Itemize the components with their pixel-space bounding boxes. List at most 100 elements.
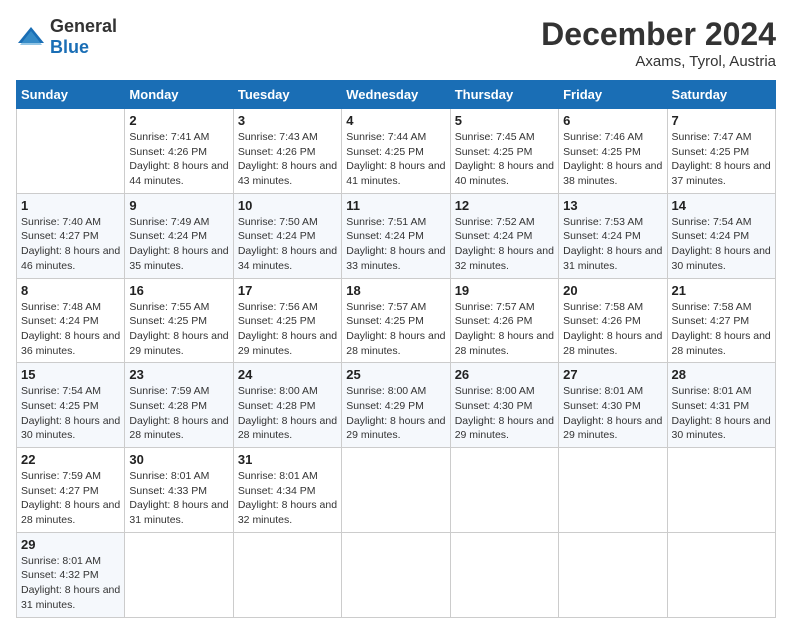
- calendar-cell: 2Sunrise: 7:41 AM Sunset: 4:26 PM Daylig…: [125, 109, 233, 194]
- calendar-cell: 15 Sunrise: 7:54 AM Sunset: 4:25 PM Dayli…: [17, 363, 125, 448]
- calendar-cell: 27Sunrise: 8:01 AM Sunset: 4:30 PM Dayli…: [559, 363, 667, 448]
- calendar-cell: 12 Sunrise: 7:52 AM Sunset: 4:24 PM Dayli…: [450, 193, 558, 278]
- day-info: Sunrise: 8:01 AM Sunset: 4:33 PM Dayligh…: [129, 469, 228, 528]
- day-info: Sunrise: 7:44 AM Sunset: 4:25 PM Dayligh…: [346, 130, 445, 189]
- day-info: Sunrise: 8:00 AM Sunset: 4:29 PM Dayligh…: [346, 384, 445, 443]
- calendar-cell: [450, 448, 558, 533]
- calendar-cell: 30 Sunrise: 8:01 AM Sunset: 4:33 PM Dayli…: [125, 448, 233, 533]
- calendar-cell: [17, 109, 125, 194]
- day-info: Sunrise: 7:55 AM Sunset: 4:25 PM Dayligh…: [129, 300, 228, 359]
- day-info: Sunrise: 7:41 AM Sunset: 4:26 PM Dayligh…: [129, 130, 228, 189]
- day-info: Sunrise: 7:54 AM Sunset: 4:24 PM Dayligh…: [672, 215, 771, 274]
- location: Axams, Tyrol, Austria: [541, 53, 776, 70]
- day-number: 1: [21, 198, 120, 213]
- day-info: Sunrise: 7:59 AM Sunset: 4:28 PM Dayligh…: [129, 384, 228, 443]
- day-info: Sunrise: 7:57 AM Sunset: 4:25 PM Dayligh…: [346, 300, 445, 359]
- logo-text: General Blue: [50, 16, 117, 58]
- day-number: 7: [672, 113, 771, 128]
- calendar-cell: 16 Sunrise: 7:55 AM Sunset: 4:25 PM Dayli…: [125, 278, 233, 363]
- calendar-cell: 3Sunrise: 7:43 AM Sunset: 4:26 PM Daylig…: [233, 109, 341, 194]
- day-info: Sunrise: 7:45 AM Sunset: 4:25 PM Dayligh…: [455, 130, 554, 189]
- calendar-cell: 13Sunrise: 7:53 AM Sunset: 4:24 PM Dayli…: [559, 193, 667, 278]
- calendar-cell: 8Sunrise: 7:48 AM Sunset: 4:24 PM Daylig…: [17, 278, 125, 363]
- calendar-cell: 22 Sunrise: 7:59 AM Sunset: 4:27 PM Dayli…: [17, 448, 125, 533]
- day-info: Sunrise: 7:51 AM Sunset: 4:24 PM Dayligh…: [346, 215, 445, 274]
- day-number: 31: [238, 452, 337, 467]
- day-number: 11: [346, 198, 445, 213]
- calendar-table: SundayMondayTuesdayWednesdayThursdayFrid…: [16, 80, 776, 618]
- calendar-cell: 11 Sunrise: 7:51 AM Sunset: 4:24 PM Dayli…: [342, 193, 450, 278]
- month-year: December 2024: [541, 16, 776, 53]
- day-info: Sunrise: 7:59 AM Sunset: 4:27 PM Dayligh…: [21, 469, 120, 528]
- calendar-week-row: 2Sunrise: 7:41 AM Sunset: 4:26 PM Daylig…: [17, 109, 776, 194]
- day-number: 14: [672, 198, 771, 213]
- calendar-cell: 9Sunrise: 7:49 AM Sunset: 4:24 PM Daylig…: [125, 193, 233, 278]
- day-number: 20: [563, 283, 662, 298]
- day-info: Sunrise: 8:01 AM Sunset: 4:30 PM Dayligh…: [563, 384, 662, 443]
- day-number: 18: [346, 283, 445, 298]
- day-info: Sunrise: 7:58 AM Sunset: 4:26 PM Dayligh…: [563, 300, 662, 359]
- calendar-cell: 28Sunrise: 8:01 AM Sunset: 4:31 PM Dayli…: [667, 363, 775, 448]
- calendar-cell: 10Sunrise: 7:50 AM Sunset: 4:24 PM Dayli…: [233, 193, 341, 278]
- day-number: 4: [346, 113, 445, 128]
- calendar-cell: 25 Sunrise: 8:00 AM Sunset: 4:29 PM Dayli…: [342, 363, 450, 448]
- day-number: 9: [129, 198, 228, 213]
- day-number: 5: [455, 113, 554, 128]
- calendar-cell: [667, 532, 775, 617]
- calendar-cell: [450, 532, 558, 617]
- day-number: 28: [672, 367, 771, 382]
- calendar-cell: [342, 448, 450, 533]
- day-number: 30: [129, 452, 228, 467]
- day-info: Sunrise: 8:00 AM Sunset: 4:30 PM Dayligh…: [455, 384, 554, 443]
- day-number: 25: [346, 367, 445, 382]
- day-of-week-header: Monday: [125, 81, 233, 109]
- day-number: 17: [238, 283, 337, 298]
- calendar-cell: 24Sunrise: 8:00 AM Sunset: 4:28 PM Dayli…: [233, 363, 341, 448]
- day-number: 12: [455, 198, 554, 213]
- day-of-week-header: Sunday: [17, 81, 125, 109]
- calendar-cell: 29Sunrise: 8:01 AM Sunset: 4:32 PM Dayli…: [17, 532, 125, 617]
- calendar-cell: [559, 448, 667, 533]
- day-of-week-header: Friday: [559, 81, 667, 109]
- calendar-cell: 21 Sunrise: 7:58 AM Sunset: 4:27 PM Dayli…: [667, 278, 775, 363]
- day-number: 15: [21, 367, 120, 382]
- title-block: December 2024 Axams, Tyrol, Austria: [541, 16, 776, 70]
- day-info: Sunrise: 7:48 AM Sunset: 4:24 PM Dayligh…: [21, 300, 120, 359]
- calendar-cell: 31 Sunrise: 8:01 AM Sunset: 4:34 PM Dayli…: [233, 448, 341, 533]
- day-info: Sunrise: 7:47 AM Sunset: 4:25 PM Dayligh…: [672, 130, 771, 189]
- calendar-week-row: 1 Sunrise: 7:40 AM Sunset: 4:27 PM Daylig…: [17, 193, 776, 278]
- day-info: Sunrise: 7:43 AM Sunset: 4:26 PM Dayligh…: [238, 130, 337, 189]
- day-of-week-header: Saturday: [667, 81, 775, 109]
- calendar-week-row: 29Sunrise: 8:01 AM Sunset: 4:32 PM Dayli…: [17, 532, 776, 617]
- day-info: Sunrise: 8:01 AM Sunset: 4:34 PM Dayligh…: [238, 469, 337, 528]
- calendar-week-row: 15 Sunrise: 7:54 AM Sunset: 4:25 PM Dayli…: [17, 363, 776, 448]
- calendar-cell: 7 Sunrise: 7:47 AM Sunset: 4:25 PM Daylig…: [667, 109, 775, 194]
- calendar-cell: 6Sunrise: 7:46 AM Sunset: 4:25 PM Daylig…: [559, 109, 667, 194]
- day-number: 19: [455, 283, 554, 298]
- day-number: 23: [129, 367, 228, 382]
- page-header: General Blue December 2024 Axams, Tyrol,…: [16, 16, 776, 70]
- calendar-cell: [342, 532, 450, 617]
- day-of-week-header: Tuesday: [233, 81, 341, 109]
- calendar-cell: 20 Sunrise: 7:58 AM Sunset: 4:26 PM Dayli…: [559, 278, 667, 363]
- day-of-week-header: Thursday: [450, 81, 558, 109]
- day-info: Sunrise: 7:52 AM Sunset: 4:24 PM Dayligh…: [455, 215, 554, 274]
- calendar-cell: 23 Sunrise: 7:59 AM Sunset: 4:28 PM Dayli…: [125, 363, 233, 448]
- day-number: 16: [129, 283, 228, 298]
- calendar-cell: 1 Sunrise: 7:40 AM Sunset: 4:27 PM Daylig…: [17, 193, 125, 278]
- calendar-cell: 26Sunrise: 8:00 AM Sunset: 4:30 PM Dayli…: [450, 363, 558, 448]
- day-info: Sunrise: 7:58 AM Sunset: 4:27 PM Dayligh…: [672, 300, 771, 359]
- day-number: 22: [21, 452, 120, 467]
- calendar-cell: [667, 448, 775, 533]
- day-info: Sunrise: 7:56 AM Sunset: 4:25 PM Dayligh…: [238, 300, 337, 359]
- day-number: 21: [672, 283, 771, 298]
- calendar-header-row: SundayMondayTuesdayWednesdayThursdayFrid…: [17, 81, 776, 109]
- calendar-cell: 18 Sunrise: 7:57 AM Sunset: 4:25 PM Dayli…: [342, 278, 450, 363]
- day-of-week-header: Wednesday: [342, 81, 450, 109]
- day-info: Sunrise: 7:54 AM Sunset: 4:25 PM Dayligh…: [21, 384, 120, 443]
- day-info: Sunrise: 7:40 AM Sunset: 4:27 PM Dayligh…: [21, 215, 120, 274]
- calendar-week-row: 22 Sunrise: 7:59 AM Sunset: 4:27 PM Dayli…: [17, 448, 776, 533]
- day-info: Sunrise: 7:53 AM Sunset: 4:24 PM Dayligh…: [563, 215, 662, 274]
- day-info: Sunrise: 7:46 AM Sunset: 4:25 PM Dayligh…: [563, 130, 662, 189]
- calendar-cell: 4 Sunrise: 7:44 AM Sunset: 4:25 PM Daylig…: [342, 109, 450, 194]
